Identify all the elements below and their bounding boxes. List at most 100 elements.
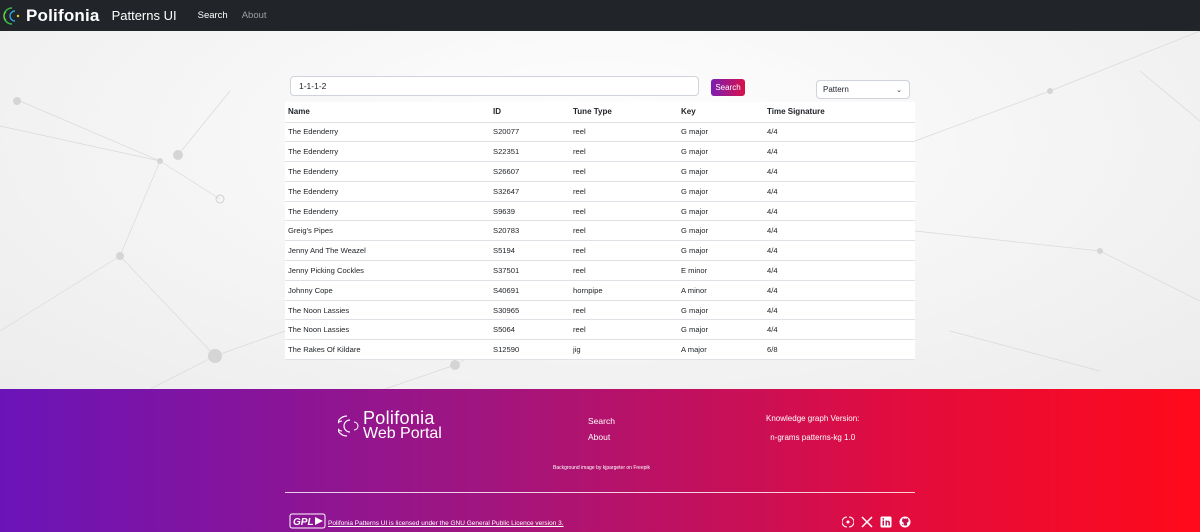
- license-link[interactable]: Polifonia Patterns UI is licensed under …: [328, 520, 564, 527]
- table-row[interactable]: The Noon Lassies S5064 reel G major 4/4: [285, 319, 915, 341]
- cell-time-signature: 4/4: [764, 122, 915, 143]
- cell-time-signature: 4/4: [764, 220, 915, 242]
- cell-tune-type: reel: [570, 220, 678, 242]
- brand-subtitle: Patterns UI: [111, 8, 177, 23]
- column-header-name[interactable]: Name: [285, 102, 490, 123]
- footer-link-search[interactable]: Search: [588, 416, 615, 426]
- cell-id: S37501: [490, 260, 570, 281]
- github-icon[interactable]: [899, 516, 911, 528]
- cell-id: S32647: [490, 181, 570, 202]
- cell-name: The Edenderry: [285, 201, 490, 222]
- cell-key: A minor: [678, 280, 764, 301]
- column-header-time-signature[interactable]: Time Signature: [764, 102, 915, 123]
- polifonia-logo-icon: [3, 6, 20, 25]
- knowledge-graph-info: Knowledge graph Version: n-grams pattern…: [766, 414, 859, 452]
- footer-logo-subtitle: Web Portal: [363, 425, 442, 442]
- cell-tune-type: reel: [570, 201, 678, 222]
- cell-id: S9639: [490, 201, 570, 222]
- kg-version-label: Knowledge graph Version:: [766, 414, 860, 423]
- table-row[interactable]: The Rakes Of Kildare S12590 jig A major 6/8: [285, 339, 915, 361]
- table-row[interactable]: Jenny Picking Cockles S37501 reel E minor 4/…: [285, 260, 915, 281]
- column-header-id[interactable]: ID: [490, 102, 570, 123]
- polifonia-social-icon[interactable]: [842, 516, 854, 528]
- cell-id: S22351: [490, 141, 570, 163]
- table-row[interactable]: The Edenderry S22351 reel G major 4/4: [285, 141, 915, 163]
- table-row[interactable]: The Noon Lassies S30965 reel G major 4/4: [285, 300, 915, 321]
- cell-name: The Edenderry: [285, 161, 490, 182]
- background-credit[interactable]: Background image by kjpargeter on Freepi…: [553, 465, 650, 471]
- navbar: Polifonia Patterns UI Search About: [0, 0, 1200, 31]
- table-row[interactable]: Greig's Pipes S20783 reel G major 4/4: [285, 220, 915, 242]
- cell-name: The Edenderry: [285, 141, 490, 163]
- cell-name: Jenny Picking Cockles: [285, 260, 490, 281]
- gpl-badge-icon[interactable]: GPL: [289, 513, 326, 529]
- table-row[interactable]: The Edenderry S20077 reel G major 4/4: [285, 122, 915, 143]
- cell-name: Greig's Pipes: [285, 220, 490, 242]
- search-input[interactable]: [290, 76, 699, 96]
- x-twitter-icon[interactable]: [861, 516, 873, 528]
- cell-id: S26607: [490, 161, 570, 182]
- brand-title: Polifonia: [26, 5, 100, 25]
- cell-time-signature: 4/4: [764, 319, 915, 341]
- cell-name: The Noon Lassies: [285, 300, 490, 321]
- brand[interactable]: Polifonia Patterns UI: [0, 0, 177, 31]
- cell-key: G major: [678, 240, 764, 262]
- cell-tune-type: hornpipe: [570, 280, 678, 301]
- cell-id: S12590: [490, 339, 570, 361]
- cell-id: S20077: [490, 122, 570, 143]
- search-mode-select[interactable]: Pattern ⌄: [816, 80, 910, 99]
- table-row[interactable]: The Edenderry S32647 reel G major 4/4: [285, 181, 915, 202]
- cell-key: G major: [678, 161, 764, 182]
- polifonia-logo-icon: [338, 415, 359, 437]
- cell-key: G major: [678, 181, 764, 202]
- table-row[interactable]: Johnny Cope S40691 hornpipe A minor 4/4: [285, 280, 915, 301]
- cell-time-signature: 4/4: [764, 300, 915, 321]
- cell-time-signature: 4/4: [764, 141, 915, 163]
- cell-time-signature: 4/4: [764, 201, 915, 222]
- footer-links: Search About: [588, 416, 615, 448]
- chevron-down-icon: ⌄: [896, 86, 902, 94]
- search-mode-value: Pattern: [823, 85, 849, 94]
- cell-id: S20783: [490, 220, 570, 242]
- footer-divider: [285, 492, 915, 493]
- cell-time-signature: 4/4: [764, 260, 915, 281]
- cell-tune-type: reel: [570, 161, 678, 182]
- cell-id: S5194: [490, 240, 570, 262]
- cell-time-signature: 4/4: [764, 240, 915, 262]
- cell-tune-type: reel: [570, 122, 678, 143]
- table-row[interactable]: The Edenderry S9639 reel G major 4/4: [285, 201, 915, 222]
- cell-name: The Noon Lassies: [285, 319, 490, 341]
- cell-name: The Rakes Of Kildare: [285, 339, 490, 361]
- cell-tune-type: reel: [570, 319, 678, 341]
- cell-tune-type: reel: [570, 141, 678, 163]
- main-content: Search Pattern ⌄ Name ID Tune Type Key T…: [0, 31, 1200, 389]
- cell-time-signature: 4/4: [764, 161, 915, 182]
- table-header-row: Name ID Tune Type Key Time Signature: [285, 102, 915, 123]
- footer-logo[interactable]: Polifonia Web Portal: [338, 408, 442, 442]
- table-row[interactable]: The Edenderry S26607 reel G major 4/4: [285, 161, 915, 182]
- footer-link-about[interactable]: About: [588, 432, 615, 442]
- cell-tune-type: reel: [570, 300, 678, 321]
- cell-key: G major: [678, 220, 764, 242]
- cell-key: G major: [678, 201, 764, 222]
- kg-version-value: n-grams patterns-kg 1.0: [770, 433, 856, 442]
- cell-tune-type: reel: [570, 181, 678, 202]
- results-table: Name ID Tune Type Key Time Signature The…: [285, 102, 915, 361]
- cell-id: S40691: [490, 280, 570, 301]
- cell-name: The Edenderry: [285, 122, 490, 143]
- nav-link-search[interactable]: Search: [198, 10, 228, 21]
- column-header-key[interactable]: Key: [678, 102, 764, 123]
- cell-time-signature: 4/4: [764, 280, 915, 301]
- cell-key: A major: [678, 339, 764, 361]
- cell-tune-type: reel: [570, 260, 678, 281]
- footer-logo-title: Polifonia: [363, 408, 435, 428]
- linkedin-icon[interactable]: [880, 516, 892, 528]
- cell-name: Jenny And The Weazel: [285, 240, 490, 262]
- cell-name: Johnny Cope: [285, 280, 490, 301]
- search-button[interactable]: Search: [711, 79, 745, 96]
- cell-key: G major: [678, 141, 764, 163]
- nav-link-about[interactable]: About: [242, 10, 267, 21]
- column-header-tune-type[interactable]: Tune Type: [570, 102, 678, 123]
- cell-tune-type: jig: [570, 339, 678, 361]
- table-row[interactable]: Jenny And The Weazel S5194 reel G major 4/4: [285, 240, 915, 262]
